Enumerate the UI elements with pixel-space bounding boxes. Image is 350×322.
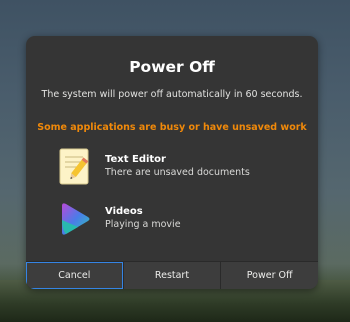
videos-icon (62, 203, 90, 235)
app-name: Videos (105, 206, 143, 217)
power-off-button[interactable]: Power Off (221, 262, 318, 289)
restart-button[interactable]: Restart (123, 262, 222, 289)
unsaved-work-warning: Some applications are busy or have unsav… (37, 122, 307, 133)
app-entry-videos: Videos Playing a movie (58, 200, 298, 238)
cancel-button[interactable]: Cancel (26, 262, 124, 289)
dialog-title: Power Off (129, 58, 215, 76)
app-status: There are unsaved documents (105, 167, 250, 178)
dialog-button-row: Cancel Restart Power Off (26, 261, 318, 289)
countdown-message: The system will power off automatically … (41, 89, 303, 100)
app-status: Playing a movie (105, 219, 181, 230)
power-off-dialog: Power Off The system will power off auto… (26, 36, 318, 289)
text-editor-icon (59, 148, 89, 185)
app-entry-text-editor: Text Editor There are unsaved documents (58, 148, 298, 186)
app-name: Text Editor (105, 154, 166, 165)
